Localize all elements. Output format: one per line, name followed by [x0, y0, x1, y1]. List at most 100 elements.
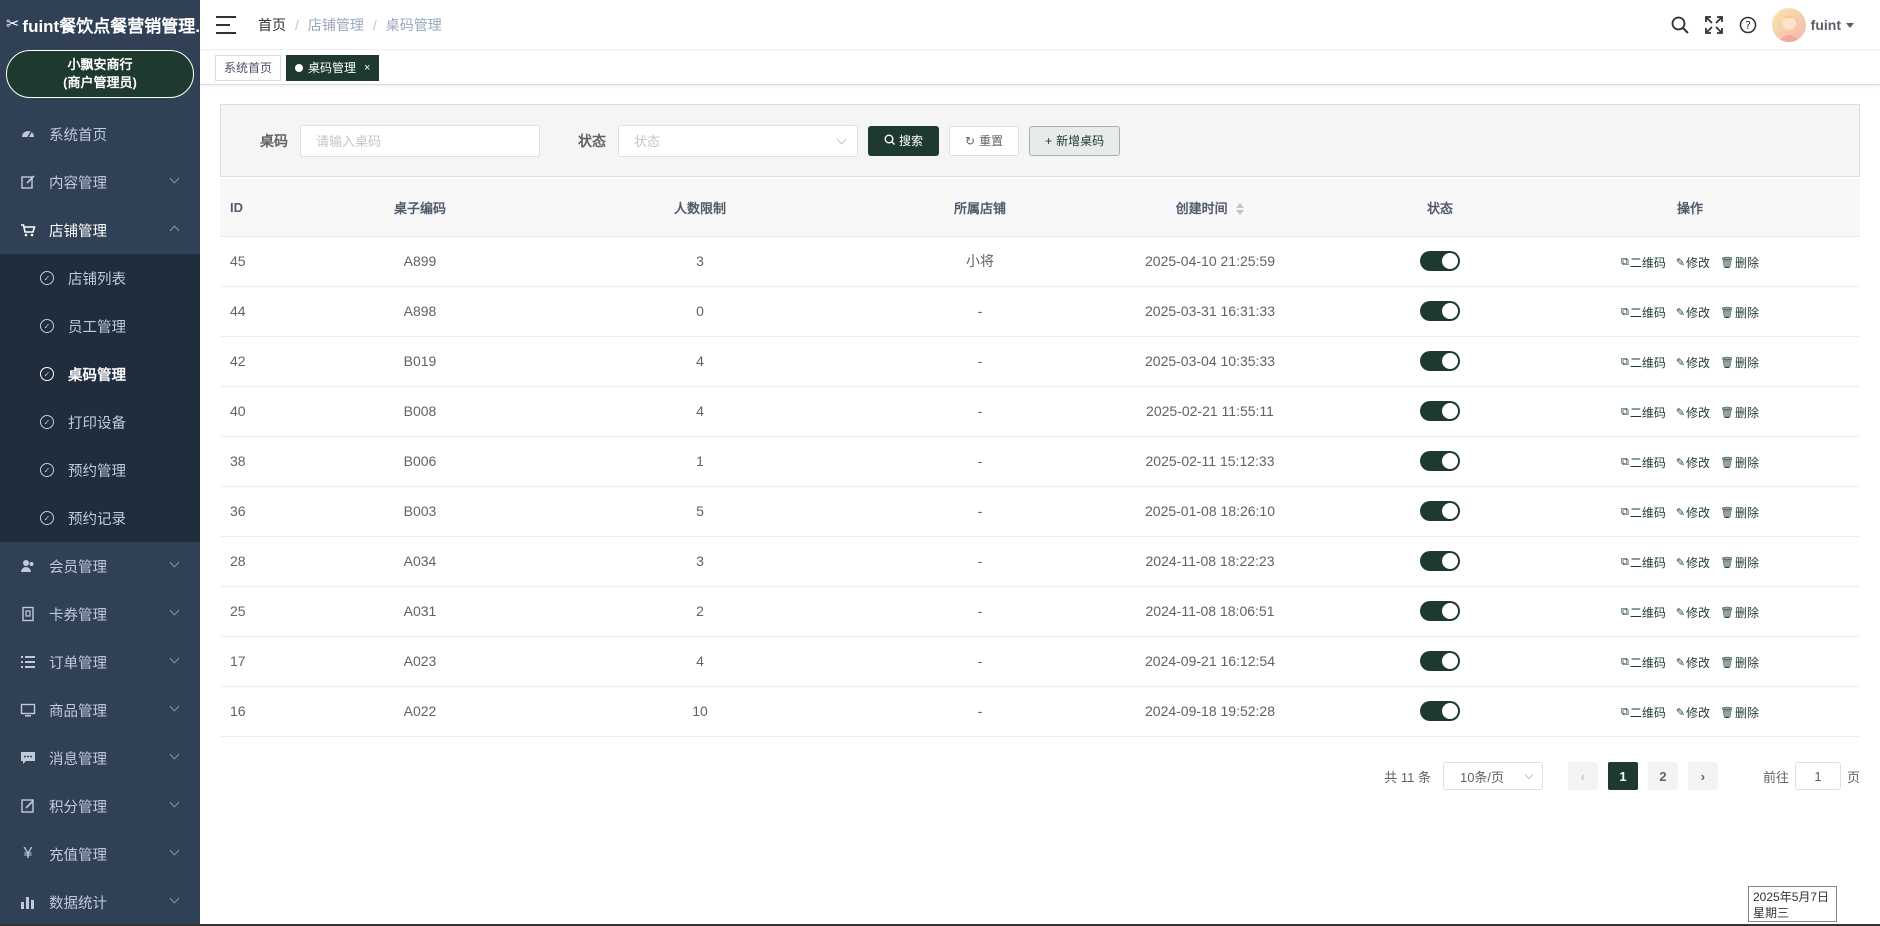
copy-icon: ⧉	[1620, 455, 1629, 468]
tab-table-code[interactable]: 桌码管理 ×	[286, 54, 380, 81]
status-switch[interactable]	[1420, 301, 1460, 321]
sidebar-item-coupon[interactable]: 卡券管理	[0, 590, 200, 638]
edit-button[interactable]: ✎ 修改	[1676, 654, 1710, 671]
edit-button[interactable]: ✎ 修改	[1676, 504, 1710, 521]
edit-icon: ✎	[1675, 306, 1686, 319]
page-2-button[interactable]: 2	[1647, 762, 1678, 790]
page-1-button[interactable]: 1	[1607, 762, 1638, 790]
sidebar-item-goods[interactable]: 商品管理	[0, 686, 200, 734]
sidebar-item-content[interactable]: 内容管理	[0, 158, 200, 206]
col-created[interactable]: 创建时间	[1060, 179, 1360, 237]
app-logo[interactable]: ✂ fuint餐饮点餐营销管理...	[0, 0, 200, 48]
qrcode-button[interactable]: ⧉ 二维码	[1621, 504, 1666, 521]
tab-home[interactable]: 系统首页	[215, 54, 282, 81]
status-select[interactable]: 状态	[618, 124, 858, 157]
sidebar-item-store-list[interactable]: ✓ 店铺列表	[0, 254, 200, 302]
qrcode-button[interactable]: ⧉ 二维码	[1621, 704, 1666, 721]
status-switch[interactable]	[1420, 701, 1460, 721]
avatar[interactable]	[1771, 8, 1806, 42]
edit-button[interactable]: ✎ 修改	[1676, 404, 1710, 421]
edit-button[interactable]: ✎ 修改	[1676, 254, 1710, 271]
cell-store: -	[900, 436, 1060, 487]
edit-button[interactable]: ✎ 修改	[1676, 604, 1710, 621]
app-title: fuint餐饮点餐营销管理...	[22, 16, 200, 36]
sidebar-item-recharge[interactable]: ¥ 充值管理	[0, 830, 200, 878]
status-switch[interactable]	[1420, 551, 1460, 571]
sidebar-item-printer[interactable]: ✓ 打印设备	[0, 398, 200, 446]
sidebar-item-message[interactable]: 消息管理	[0, 734, 200, 782]
reset-button[interactable]: ↻ 重置	[949, 125, 1020, 156]
close-icon[interactable]: ×	[364, 56, 370, 80]
sidebar-item-store[interactable]: 店铺管理	[0, 206, 200, 254]
delete-button[interactable]: 🗑 删除	[1720, 304, 1759, 321]
sidebar-item-points[interactable]: 积分管理	[0, 782, 200, 830]
status-switch[interactable]	[1420, 651, 1460, 671]
search-button[interactable]: 搜索	[868, 125, 940, 156]
qrcode-button[interactable]: ⧉ 二维码	[1621, 604, 1666, 621]
circle-check-icon: ✓	[40, 367, 54, 381]
delete-button[interactable]: 🗑 删除	[1720, 554, 1759, 571]
edit-button[interactable]: ✎ 修改	[1676, 704, 1710, 721]
sidebar-item-member[interactable]: 会员管理	[0, 542, 200, 590]
status-switch[interactable]	[1420, 251, 1460, 271]
hamburger-icon[interactable]	[216, 15, 236, 34]
sidebar-item-label: 打印设备	[68, 415, 126, 432]
delete-button[interactable]: 🗑 删除	[1720, 604, 1759, 621]
delete-button[interactable]: 🗑 删除	[1720, 504, 1759, 521]
delete-button[interactable]: 🗑 删除	[1720, 654, 1759, 671]
next-page-button[interactable]: ›	[1687, 762, 1718, 790]
breadcrumb-home[interactable]: 首页	[258, 15, 286, 35]
status-switch[interactable]	[1420, 501, 1460, 521]
help-icon[interactable]: ?	[1738, 15, 1758, 35]
svg-text:?: ?	[1745, 19, 1751, 32]
delete-button[interactable]: 🗑 删除	[1720, 254, 1759, 271]
add-table-code-button[interactable]: + 新增桌码	[1029, 125, 1121, 156]
sidebar-item-home[interactable]: 系统首页	[0, 110, 200, 158]
sidebar-item-staff[interactable]: ✓ 员工管理	[0, 302, 200, 350]
sidebar-item-reservation[interactable]: ✓ 预约管理	[0, 446, 200, 494]
navbar-right: ? fuint	[1656, 0, 1854, 50]
qrcode-button[interactable]: ⧉ 二维码	[1621, 254, 1666, 271]
points-icon	[20, 798, 36, 814]
status-switch[interactable]	[1420, 401, 1460, 421]
sidebar-item-label: 积分管理	[49, 799, 107, 816]
user-name[interactable]: fuint	[1811, 17, 1841, 33]
delete-button[interactable]: 🗑 删除	[1720, 404, 1759, 421]
code-input[interactable]: 请输入桌码	[300, 124, 540, 157]
qrcode-button[interactable]: ⧉ 二维码	[1621, 354, 1666, 371]
qrcode-button[interactable]: ⧉ 二维码	[1621, 454, 1666, 471]
circle-check-icon: ✓	[40, 271, 54, 285]
prev-page-button[interactable]: ‹	[1567, 762, 1598, 790]
sort-icon[interactable]	[1236, 203, 1245, 216]
search-icon[interactable]	[1670, 15, 1690, 35]
sidebar-item-label: 充值管理	[49, 847, 107, 864]
sidebar-item-stats[interactable]: 数据统计	[0, 878, 200, 926]
goto-page-input[interactable]: 1	[1794, 762, 1841, 790]
sidebar-item-table-code[interactable]: ✓ 桌码管理	[0, 350, 200, 398]
merchant-badge[interactable]: 小飘安商行 (商户管理员)	[6, 50, 194, 98]
delete-button[interactable]: 🗑 删除	[1720, 354, 1759, 371]
cell-limit: 3	[500, 536, 900, 587]
cell-code: A022	[340, 686, 500, 737]
qrcode-button[interactable]: ⧉ 二维码	[1621, 554, 1666, 571]
page-size-select[interactable]: 10条/页	[1442, 762, 1543, 790]
status-switch[interactable]	[1420, 351, 1460, 371]
delete-button[interactable]: 🗑 删除	[1720, 704, 1759, 721]
sidebar-item-label: 预约管理	[68, 463, 126, 480]
sidebar-item-order[interactable]: 订单管理	[0, 638, 200, 686]
qrcode-button[interactable]: ⧉ 二维码	[1621, 304, 1666, 321]
sidebar-item-label: 桌码管理	[68, 367, 126, 384]
edit-button[interactable]: ✎ 修改	[1676, 454, 1710, 471]
cell-id: 45	[220, 236, 340, 287]
edit-button[interactable]: ✎ 修改	[1676, 304, 1710, 321]
fullscreen-icon[interactable]	[1704, 15, 1724, 35]
edit-button[interactable]: ✎ 修改	[1676, 354, 1710, 371]
qrcode-button[interactable]: ⧉ 二维码	[1621, 404, 1666, 421]
delete-button[interactable]: 🗑 删除	[1720, 454, 1759, 471]
edit-button[interactable]: ✎ 修改	[1676, 554, 1710, 571]
status-switch[interactable]	[1420, 451, 1460, 471]
qrcode-button[interactable]: ⧉ 二维码	[1621, 654, 1666, 671]
caret-down-icon[interactable]	[1846, 22, 1854, 28]
sidebar-item-reservation-log[interactable]: ✓ 预约记录	[0, 494, 200, 542]
status-switch[interactable]	[1420, 601, 1460, 621]
